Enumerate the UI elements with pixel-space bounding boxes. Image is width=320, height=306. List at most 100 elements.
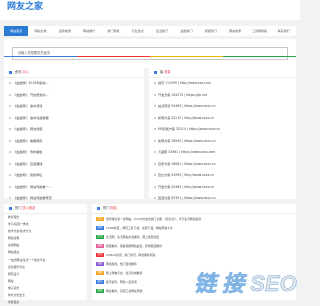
popular-row[interactable]: 资讯CCMAX新闻，热门资讯，网友推荐阅读: [96, 251, 296, 260]
latest-list-item-label: 站点预览 50463 | https://www.xxxx.cn: [158, 104, 216, 108]
bullet-icon: [154, 117, 156, 119]
latest-list-item[interactable]: 百达方案 43990 | http://www.xxxx.cn: [149, 170, 296, 182]
hot-sites-item[interactable]: 网页设计: [4, 271, 87, 278]
bullet-icon: [154, 186, 156, 188]
news-list-item-label: 《金盘网》：盘中加载数据: [13, 116, 49, 120]
latest-list-item[interactable]: MS机能方案 32210 | https://www.xxxx.cn: [149, 124, 296, 136]
bullet-icon: [154, 140, 156, 142]
nav-item-11[interactable]: 联系我们: [272, 26, 296, 36]
latest-list-item[interactable]: 新网方案 26540 | https://www.xxxx.cn: [149, 136, 296, 148]
latest-list-item-label: 开发方案 42485 | http://www.xxxx.cn: [158, 185, 214, 189]
latest-list-item-label: 新网方案 32215 | http://www.xxxx.cn: [158, 116, 214, 120]
category-tag[interactable]: 其他: [96, 289, 104, 293]
news-list-item[interactable]: 《金盘网》：网站导航看一...: [4, 182, 144, 194]
latest-list-item[interactable]: 捷讯 111099 | http://www.xxx.com: [149, 78, 296, 90]
popular-row[interactable]: 生活生活网，生活网站方案推荐，网上旅游社区: [96, 233, 296, 242]
latest-list-item[interactable]: 开发方案 42485 | http://www.xxxx.cn: [149, 182, 296, 194]
latest-list-item[interactable]: 直观方案 62301 | https://www.xxxx.cn: [149, 193, 296, 205]
bullet-icon: [9, 151, 11, 153]
nav-item-7[interactable]: 金融热门: [174, 26, 198, 36]
category-tag[interactable]: 资讯: [96, 253, 104, 257]
hot-sites-item[interactable]: 网站建设: [4, 249, 87, 256]
latest-list-item-label: 百达方案 43990 | http://www.xxxx.cn: [158, 173, 214, 177]
nav-item-0[interactable]: 网站首页: [4, 26, 28, 36]
hot-sites-item-label: 学习/实用一体化: [8, 222, 29, 226]
bullet-icon: [154, 197, 156, 199]
news-list-item[interactable]: 《金盘网》：网站导航推荐页: [4, 193, 144, 205]
nav-item-2[interactable]: 最新收录: [53, 26, 77, 36]
bullet-icon: [9, 140, 11, 142]
hot-sites-item[interactable]: 一站式网站/生活一个综合平台: [4, 257, 87, 264]
hot-sites-item[interactable]: 在线网站: [4, 242, 87, 249]
news-list-item[interactable]: 《金盘网》：盘中加载数据: [4, 113, 144, 125]
hot-sites-item[interactable]: 查看更多: [4, 299, 87, 306]
nav-item-5[interactable]: 行业热点: [126, 26, 150, 36]
popular-row[interactable]: 综合世界排名第一家网站，Tomtk方案也热门之都，《新信息》，乐享生活网络运营: [96, 215, 296, 224]
watermark-text: 链 接 SEO: [194, 271, 297, 296]
news-list-item[interactable]: 《金盘网》：看看网页: [4, 136, 144, 148]
latest-list-item[interactable]: 万盛网 33981 | https://www.xxxx.com: [149, 147, 296, 159]
hot-sites-item-label: 网页设计: [8, 272, 19, 276]
news-list-item[interactable]: 《金盘网》：盘中游戏: [4, 101, 144, 113]
nav-item-8[interactable]: 视频热门: [199, 26, 223, 36]
category-tag[interactable]: 综合: [96, 217, 104, 221]
bullet-icon: [154, 94, 156, 96]
popular-row-text: 网络游戏，热门游戏推荐: [106, 262, 137, 266]
latest-list-item[interactable]: 开发方案 104375 | https://gk.net: [149, 90, 296, 102]
bullet-icon: [9, 128, 11, 130]
news-list-item-label: 《金盘网》：网友视频: [13, 127, 42, 131]
news-list-item[interactable]: 《金盘网》：我的网址: [4, 170, 144, 182]
hot-sites-item[interactable]: 商务服务平台: [4, 264, 87, 271]
category-tag[interactable]: 软件: [96, 226, 104, 230]
popular-panel-title-accent: 网站: [110, 206, 116, 210]
hot-sites-item[interactable]: 体育文化生活: [4, 292, 87, 299]
seo-watermark-logo: 链 接 SEO: [194, 267, 314, 297]
category-tag[interactable]: 视频: [96, 244, 104, 248]
nav-item-6[interactable]: 生活热门: [150, 26, 174, 36]
news-list-item[interactable]: 《金盘网》：你的看板: [4, 147, 144, 159]
nav-item-4[interactable]: 热门导航: [101, 26, 125, 36]
category-tag[interactable]: 娱乐: [96, 280, 104, 284]
hot-sites-list: 教育服务学习/实用一体化技术方案/技术大全网络营销在线网站网站建设一站式网站/生…: [4, 214, 87, 306]
category-tag[interactable]: 游戏: [96, 262, 104, 266]
hot-sites-item[interactable]: 电子商务: [4, 285, 87, 292]
news-list-item[interactable]: 《金盘网》：网友视频: [4, 124, 144, 136]
news-list-item-label: 《金盘网》：网站导航看一...: [13, 185, 52, 189]
category-tag[interactable]: 生活: [96, 235, 104, 239]
popular-row-text: 生活网，生活网站方案推荐，网上旅游社区: [106, 235, 159, 239]
hot-sites-item[interactable]: 网络营销: [4, 235, 87, 242]
latest-list-item[interactable]: 百家方案 36081 | https://www.xxxx.cn: [149, 159, 296, 171]
site-logo[interactable]: 网友之家: [7, 3, 43, 12]
latest-list-item-label: 开发方案 104375 | https://gk.net: [158, 93, 207, 97]
news-list-item[interactable]: 《金盘网》：百度翻译: [4, 159, 144, 171]
search-input[interactable]: 请输入您想要的关键词: [18, 48, 50, 59]
category-tag[interactable]: 购物: [96, 271, 104, 275]
news-list-item[interactable]: 《金盘网》：开启更新的...: [4, 90, 144, 102]
latest-panel-title: 最: [160, 70, 163, 74]
hot-sites-item[interactable]: 教育服务: [4, 214, 87, 221]
hot-sites-item-label: 网站建设: [8, 250, 19, 254]
hot-sites-item[interactable]: 网站: [4, 278, 87, 285]
latest-list-item-label: 百家方案 36081 | https://www.xxxx.cn: [158, 162, 216, 166]
hot-sites-item-label: 在线网站: [8, 243, 19, 247]
latest-list-item[interactable]: 站点预览 50463 | https://www.xxxx.cn: [149, 101, 296, 113]
news-list-item[interactable]: 《金盘网》2018年新版...: [4, 78, 144, 90]
news-list-item-label: 《金盘网》2018年新版...: [13, 81, 49, 85]
latest-list-item[interactable]: 新网方案 32215 | http://www.xxxx.cn: [149, 113, 296, 125]
latest-panel: 最 收录 捷讯 111099 | http://www.xxx.com开发方案 …: [149, 68, 296, 199]
popular-row[interactable]: 视频视频推荐，观看视频网站最新，影视频道推荐: [96, 242, 296, 251]
nav-item-1[interactable]: 网站分类: [28, 26, 52, 36]
popular-row[interactable]: 软件CSDN社区，网页工具下载，免费下载，网站导航大全: [96, 224, 296, 233]
search-box[interactable]: 请输入您想要的关键词: [12, 47, 288, 60]
hot-sites-item[interactable]: 学习/实用一体化: [4, 221, 87, 228]
hot-sites-panel: 热门 流入网站 教育服务学习/实用一体化技术方案/技术大全网络营销在线网站网站建…: [4, 204, 87, 300]
hot-sites-icon: [9, 207, 12, 210]
nav-item-9[interactable]: 网站收录: [223, 26, 247, 36]
hot-sites-item[interactable]: 技术方案/技术大全: [4, 228, 87, 235]
news-panel-title-accent: 中心: [22, 70, 28, 74]
bullet-icon: [9, 105, 11, 107]
site-header: 网友之家: [0, 0, 300, 20]
hot-sites-item-label: 电子商务: [8, 286, 19, 290]
nav-item-10[interactable]: 工具箱导航: [247, 26, 271, 36]
nav-item-3[interactable]: 网站排行: [77, 26, 101, 36]
